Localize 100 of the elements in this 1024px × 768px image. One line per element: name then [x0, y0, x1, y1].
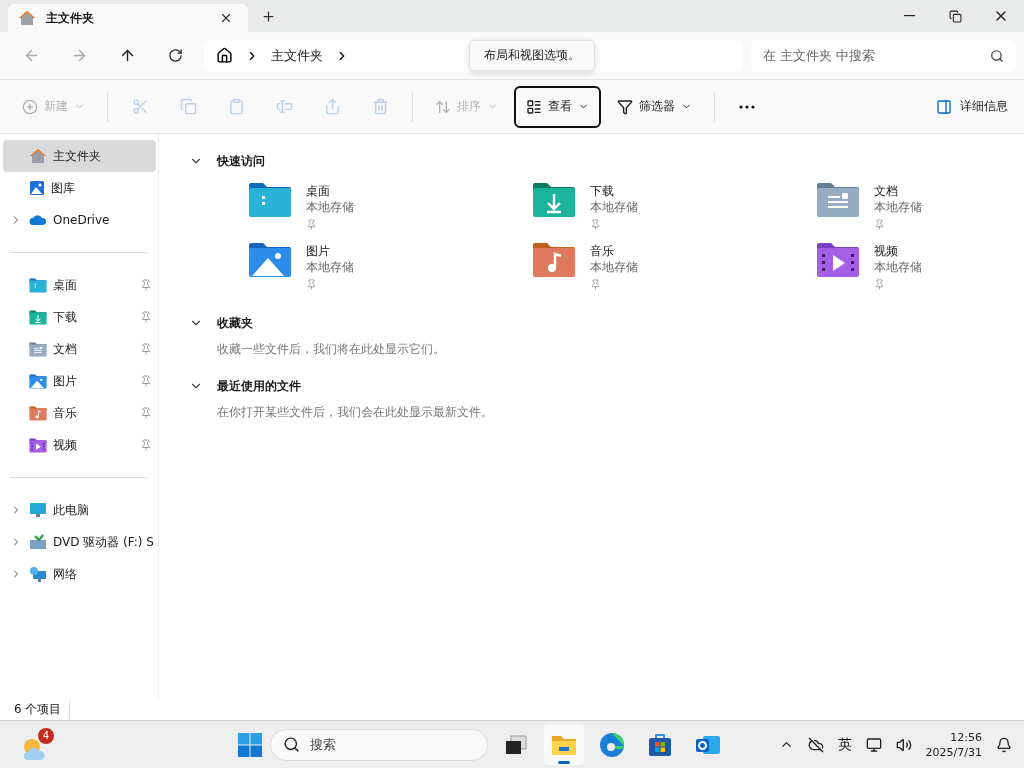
- details-pane-icon: [936, 98, 952, 115]
- video-folder-icon: [29, 437, 47, 453]
- folder-location: 本地存储: [590, 199, 638, 215]
- empty-message: 收藏一些文件后，我们将在此处显示它们。: [216, 341, 446, 358]
- folder-location: 本地存储: [306, 199, 354, 215]
- video-folder-icon: [816, 242, 860, 278]
- scissors-icon: [131, 98, 149, 115]
- sidebar-label: 文档: [53, 340, 77, 358]
- taskbar-search[interactable]: 搜索: [270, 728, 488, 761]
- start-icon[interactable]: [238, 732, 262, 757]
- sidebar-label: 图片: [53, 372, 77, 390]
- sidebar-item[interactable]: 网络: [3, 558, 156, 590]
- store-bag-icon: [648, 732, 672, 757]
- sidebar-item[interactable]: 桌面: [3, 269, 156, 301]
- sidebar-item[interactable]: OneDrive: [3, 204, 156, 236]
- document-folder-icon: [29, 341, 47, 357]
- folder-name[interactable]: 视频: [874, 243, 922, 259]
- item-count: 6 个项目: [14, 700, 71, 718]
- share-icon: [323, 98, 341, 115]
- breadcrumb[interactable]: 主文件夹: [270, 46, 323, 65]
- sidebar-item[interactable]: 图库: [3, 172, 156, 204]
- plus-icon: [22, 98, 38, 115]
- sidebar-label: 此电脑: [53, 501, 89, 519]
- list-icon: [526, 98, 542, 115]
- section-title: 收藏夹: [217, 314, 253, 332]
- sidebar-label: 图库: [51, 179, 75, 197]
- sidebar-label: 主文件夹: [53, 147, 101, 165]
- sidebar-item[interactable]: 视频: [3, 429, 156, 461]
- folder-name[interactable]: 桌面: [306, 183, 354, 199]
- empty-message: 在你打开某些文件后，我们会在此处显示最新文件。: [216, 404, 494, 421]
- plus-icon: [260, 8, 276, 24]
- sidebar-label: 音乐: [53, 404, 77, 422]
- folder-location: 本地存储: [874, 199, 922, 215]
- picture-icon: [29, 180, 45, 196]
- house-icon: [18, 10, 36, 26]
- sidebar-item[interactable]: 文档: [3, 333, 156, 365]
- search-field[interactable]: 在 主文件夹 中搜索: [751, 39, 1017, 72]
- sidebar-item[interactable]: 此电脑: [3, 494, 156, 526]
- picture-folder-icon: [248, 242, 292, 278]
- sidebar-item[interactable]: 音乐: [3, 397, 156, 429]
- window-tab[interactable]: 主文件夹: [8, 4, 248, 32]
- copy-icon: [179, 98, 197, 115]
- sidebar-label: OneDrive: [53, 213, 110, 227]
- folder-location: 本地存储: [590, 259, 638, 275]
- rename-icon: [275, 98, 293, 115]
- input-method-indicator[interactable]: 英: [837, 735, 852, 754]
- notification-badge: 4: [38, 727, 54, 744]
- sidebar-label: DVD 驱动器 (F:) S: [53, 533, 154, 551]
- restore-icon: [948, 9, 962, 23]
- sidebar-label: 下载: [53, 308, 77, 326]
- folder-name[interactable]: 音乐: [590, 243, 638, 259]
- clock[interactable]: 12:56 2025/7/31: [925, 729, 982, 760]
- network-icon[interactable]: [865, 736, 882, 753]
- search-icon: [990, 48, 1005, 63]
- home-icon: [215, 47, 233, 64]
- minimize-icon: [903, 15, 915, 17]
- folder-location: 本地存储: [874, 259, 922, 275]
- disc-drive-icon: [29, 534, 47, 550]
- more-icon: [739, 104, 755, 109]
- clipboard-icon: [227, 98, 245, 115]
- tooltip: 布局和视图选项。: [469, 40, 595, 71]
- browser-icon: [599, 731, 625, 758]
- sort-icon: [435, 98, 451, 115]
- folder-icon: [551, 733, 577, 756]
- desktop-folder-icon: [248, 182, 292, 218]
- view-button[interactable]: 查看: [514, 85, 601, 128]
- close-icon: [219, 11, 233, 25]
- refresh-icon: [168, 48, 184, 63]
- monitor-icon: [29, 502, 47, 518]
- music-folder-icon: [29, 405, 47, 421]
- house-icon: [29, 148, 47, 164]
- volume-icon[interactable]: [895, 736, 912, 753]
- section-title: 最近使用的文件: [217, 377, 301, 395]
- download-folder-icon: [532, 182, 576, 218]
- folder-location: 本地存储: [306, 259, 354, 275]
- sidebar-label: 网络: [53, 565, 77, 583]
- sidebar-label: 桌面: [53, 276, 77, 294]
- download-folder-icon: [29, 309, 47, 325]
- sidebar-item[interactable]: DVD 驱动器 (F:) S: [3, 526, 156, 558]
- bell-icon[interactable]: [996, 736, 1012, 753]
- network-icon: [29, 566, 47, 582]
- section-title: 快速访问: [217, 152, 265, 170]
- folder-name[interactable]: 文档: [874, 183, 922, 199]
- folder-name[interactable]: 下载: [590, 183, 638, 199]
- funnel-icon: [617, 98, 633, 115]
- sidebar-item[interactable]: 主文件夹: [3, 140, 156, 172]
- desktop-folder-icon: [29, 277, 47, 293]
- task-view-icon: [505, 734, 527, 755]
- filter-button[interactable]: 筛选器: [605, 85, 704, 128]
- sidebar-item[interactable]: 下载: [3, 301, 156, 333]
- tab-title: 主文件夹: [46, 9, 95, 27]
- sidebar-item[interactable]: 图片: [3, 365, 156, 397]
- music-folder-icon: [532, 242, 576, 278]
- search-icon: [283, 736, 300, 753]
- cloud-off-icon[interactable]: [807, 736, 824, 753]
- document-folder-icon: [816, 182, 860, 218]
- details-button[interactable]: 详细信息: [930, 88, 1014, 125]
- trash-icon: [371, 98, 389, 115]
- folder-name[interactable]: 图片: [306, 243, 354, 259]
- cloud-icon: [29, 214, 47, 226]
